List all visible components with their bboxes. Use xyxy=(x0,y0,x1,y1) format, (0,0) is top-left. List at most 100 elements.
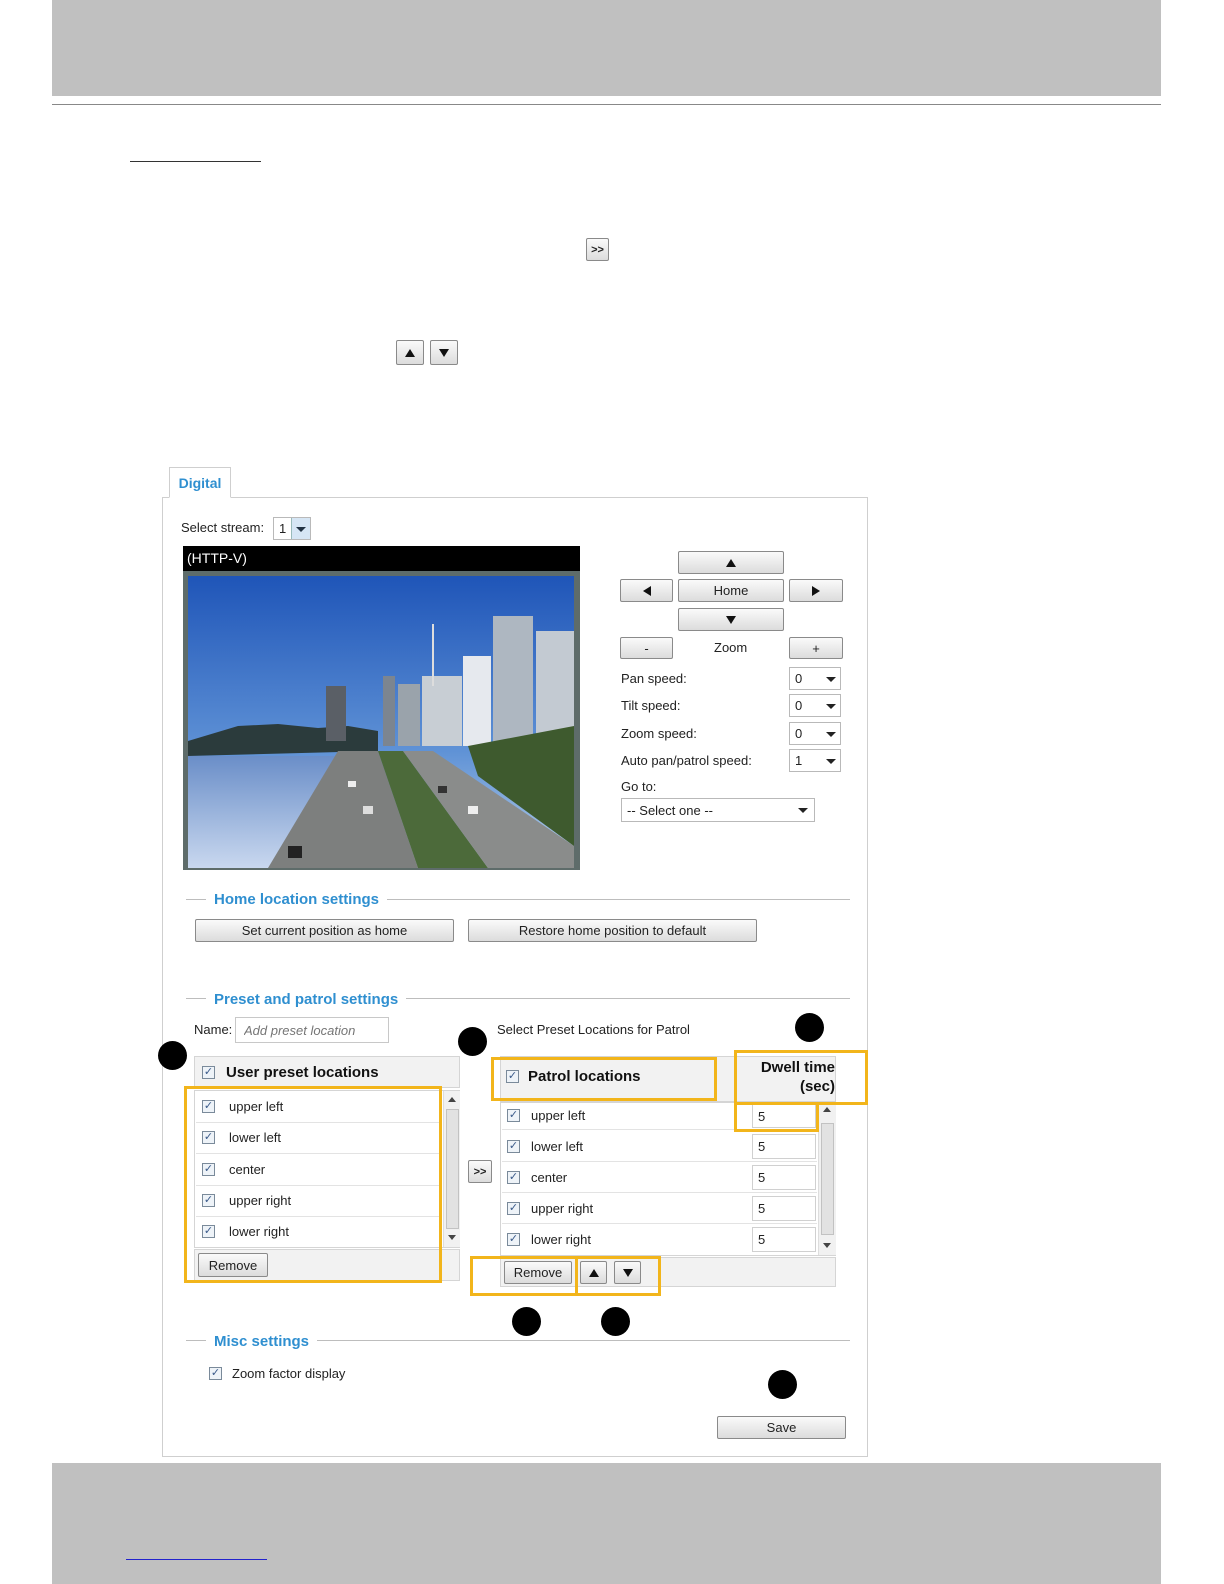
highlight-move-buttons xyxy=(575,1256,661,1296)
chevron-down-icon xyxy=(296,526,306,532)
zoom-plus-label: + xyxy=(812,640,820,656)
save-button[interactable]: Save xyxy=(717,1416,846,1439)
move-label: >> xyxy=(473,1165,487,1178)
dwell-time-input[interactable]: 5 xyxy=(752,1165,816,1190)
name-label: Name: xyxy=(194,1022,233,1037)
tilt-speed-select[interactable]: 0 xyxy=(789,694,841,717)
move-to-patrol-inline-button: >> xyxy=(586,238,609,261)
tilt-down-button[interactable] xyxy=(678,608,784,631)
move-up-inline-button xyxy=(396,340,424,365)
set-home-button[interactable]: Set current position as home xyxy=(195,919,454,942)
triangle-up-icon xyxy=(726,558,736,567)
move-down-inline-button xyxy=(430,340,458,365)
video-title: (HTTP-V) xyxy=(187,550,247,566)
zoom-minus-label: - xyxy=(644,640,649,656)
auto-speed-select[interactable]: 1 xyxy=(789,749,841,772)
preset-section-title: Preset and patrol settings xyxy=(206,991,407,1008)
user-preset-scrollbar[interactable] xyxy=(443,1091,460,1247)
add-to-patrol-button[interactable]: >> xyxy=(468,1160,492,1183)
zoom-factor-label: Zoom factor display xyxy=(232,1366,346,1381)
preset-name-input[interactable] xyxy=(235,1017,389,1043)
select-for-patrol-label: Select Preset Locations for Patrol xyxy=(497,1022,690,1037)
callout-marker xyxy=(795,1013,824,1042)
highlight-remove-patrol xyxy=(470,1256,578,1296)
pan-speed-value: 0 xyxy=(795,671,803,686)
tab-digital[interactable]: Digital xyxy=(169,467,231,498)
auto-speed-label: Auto pan/patrol speed: xyxy=(621,753,752,768)
patrol-item[interactable]: lower right xyxy=(531,1232,591,1247)
user-preset-select-all-checkbox[interactable]: ✓ xyxy=(202,1066,215,1079)
patrol-scrollbar[interactable] xyxy=(818,1103,836,1255)
patrol-checkbox[interactable]: ✓ xyxy=(507,1202,520,1215)
patrol-item[interactable]: upper right xyxy=(531,1201,593,1216)
patrol-checkbox[interactable]: ✓ xyxy=(507,1233,520,1246)
footer-band xyxy=(52,1463,1161,1584)
pan-right-button[interactable] xyxy=(789,579,843,602)
highlight-user-preset-list xyxy=(184,1086,442,1283)
misc-section-title: Misc settings xyxy=(206,1333,318,1350)
row-divider xyxy=(502,1223,817,1224)
highlight-dwell-input xyxy=(734,1102,819,1132)
set-home-label: Set current position as home xyxy=(241,923,408,938)
triangle-right-icon xyxy=(812,585,820,596)
zoom-speed-value: 0 xyxy=(795,726,803,741)
patrol-checkbox[interactable]: ✓ xyxy=(507,1140,520,1153)
home-section-title: Home location settings xyxy=(206,891,388,908)
chevron-down-icon xyxy=(826,676,836,682)
patrol-checkbox[interactable]: ✓ xyxy=(507,1109,520,1122)
dwell-time-input[interactable]: 5 xyxy=(752,1196,816,1221)
chevron-down-icon xyxy=(798,808,808,813)
user-preset-header-label: User preset locations xyxy=(226,1064,379,1081)
scroll-down-icon xyxy=(823,1243,831,1248)
dwell-time-input[interactable]: 5 xyxy=(752,1134,816,1159)
zoom-speed-select[interactable]: 0 xyxy=(789,722,841,745)
camera-live-image xyxy=(188,576,574,868)
auto-speed-value: 1 xyxy=(795,753,803,768)
scroll-down-icon xyxy=(448,1235,456,1240)
patrol-item[interactable]: upper left xyxy=(531,1108,585,1123)
scroll-thumb[interactable] xyxy=(446,1109,459,1229)
patrol-checkbox[interactable]: ✓ xyxy=(507,1171,520,1184)
chevron-down-icon xyxy=(826,758,836,764)
triangle-down-icon xyxy=(439,348,449,357)
highlight-patrol-header xyxy=(491,1057,717,1101)
patrol-item[interactable]: lower left xyxy=(531,1139,583,1154)
patrol-item[interactable]: center xyxy=(531,1170,567,1185)
zoom-speed-label: Zoom speed: xyxy=(621,726,697,741)
zoom-out-button[interactable]: - xyxy=(620,637,673,659)
header-band xyxy=(52,0,1161,96)
dwell-time-input[interactable]: 5 xyxy=(752,1227,816,1252)
scroll-thumb[interactable] xyxy=(821,1123,834,1235)
pan-speed-select[interactable]: 0 xyxy=(789,667,841,690)
header-divider xyxy=(52,104,1161,105)
callout-marker xyxy=(158,1041,187,1070)
scroll-up-icon xyxy=(823,1107,831,1112)
triangle-down-icon xyxy=(726,615,736,624)
restore-home-label: Restore home position to default xyxy=(518,923,707,938)
save-label: Save xyxy=(766,1420,797,1435)
pan-speed-label: Pan speed: xyxy=(621,671,687,686)
triangle-up-icon xyxy=(405,348,415,357)
zoom-factor-checkbox[interactable]: ✓ xyxy=(209,1367,222,1380)
video-title-bar: (HTTP-V) xyxy=(183,546,580,571)
triangle-left-icon xyxy=(642,585,651,596)
callout-marker xyxy=(768,1370,797,1399)
restore-home-button[interactable]: Restore home position to default xyxy=(468,919,757,942)
stream-value: 1 xyxy=(279,521,287,536)
callout-marker xyxy=(458,1027,487,1056)
tilt-speed-value: 0 xyxy=(795,698,803,713)
video-viewer: (HTTP-V) xyxy=(183,546,580,870)
row-divider xyxy=(502,1161,817,1162)
goto-value: -- Select one -- xyxy=(627,802,713,818)
chevron-down-icon xyxy=(826,731,836,737)
highlight-dwell-header xyxy=(734,1050,868,1105)
callout-marker xyxy=(512,1307,541,1336)
zoom-in-button[interactable]: + xyxy=(789,637,843,659)
goto-select[interactable]: -- Select one -- xyxy=(621,798,815,822)
tilt-up-button[interactable] xyxy=(678,551,784,574)
home-label: Home xyxy=(713,583,749,598)
pan-left-button[interactable] xyxy=(620,579,673,602)
callout-marker xyxy=(601,1307,630,1336)
stream-select[interactable]: 1 xyxy=(273,517,311,540)
home-button[interactable]: Home xyxy=(678,579,784,602)
